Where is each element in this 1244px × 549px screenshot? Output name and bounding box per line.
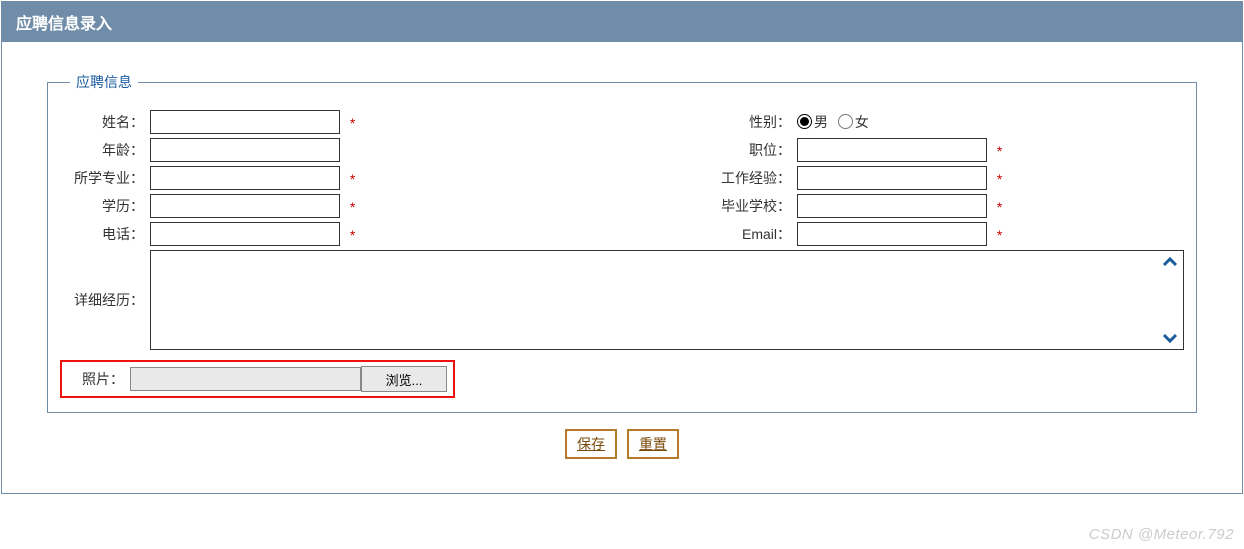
email-input[interactable]	[797, 222, 987, 246]
position-input[interactable]	[797, 138, 987, 162]
phone-label: 电话：	[60, 222, 150, 246]
photo-upload-row: 照片： 浏览...	[60, 360, 455, 398]
gender-radio-female[interactable]	[838, 114, 853, 129]
age-label: 年龄：	[60, 138, 150, 162]
email-label: Email：	[697, 222, 797, 246]
required-mark: *	[350, 171, 355, 187]
save-button[interactable]: 保存	[565, 429, 617, 459]
form-fieldset: 应聘信息 姓名： * 性别： 男	[47, 72, 1197, 413]
gender-option-male: 男	[814, 112, 828, 132]
experience-input[interactable]	[797, 166, 987, 190]
name-input[interactable]	[150, 110, 340, 134]
reset-button[interactable]: 重置	[627, 429, 679, 459]
page-title: 应聘信息录入	[16, 16, 112, 33]
education-input[interactable]	[150, 194, 340, 218]
gender-option-female: 女	[855, 112, 869, 132]
gender-label: 性别：	[697, 110, 797, 134]
required-mark: *	[997, 171, 1002, 187]
detail-textarea[interactable]	[150, 250, 1184, 350]
age-input[interactable]	[150, 138, 340, 162]
page-container: 应聘信息录入 应聘信息 姓名： * 性别： 男	[1, 1, 1243, 494]
watermark: CSDN @Meteor.792	[1089, 526, 1234, 543]
education-label: 学历：	[60, 194, 150, 218]
page-title-bar: 应聘信息录入	[2, 2, 1242, 42]
school-input[interactable]	[797, 194, 987, 218]
detail-label: 详细经历：	[60, 250, 150, 350]
form-table: 姓名： * 性别： 男 女	[60, 106, 1184, 402]
browse-button[interactable]: 浏览...	[361, 366, 447, 392]
form-legend: 应聘信息	[70, 72, 138, 92]
school-label: 毕业学校：	[697, 194, 797, 218]
major-label: 所学专业：	[60, 166, 150, 190]
photo-label: 照片：	[68, 369, 130, 389]
required-mark: *	[997, 143, 1002, 159]
phone-input[interactable]	[150, 222, 340, 246]
required-mark: *	[350, 227, 355, 243]
gender-radio-male[interactable]	[797, 114, 812, 129]
required-mark: *	[997, 227, 1002, 243]
required-mark: *	[350, 115, 355, 131]
photo-path-display	[130, 367, 361, 391]
position-label: 职位：	[697, 138, 797, 162]
experience-label: 工作经验：	[697, 166, 797, 190]
required-mark: *	[997, 199, 1002, 215]
name-label: 姓名：	[60, 110, 150, 134]
button-bar: 保存 重置	[47, 413, 1197, 463]
major-input[interactable]	[150, 166, 340, 190]
content-wrap: 应聘信息 姓名： * 性别： 男	[2, 42, 1242, 473]
required-mark: *	[350, 199, 355, 215]
